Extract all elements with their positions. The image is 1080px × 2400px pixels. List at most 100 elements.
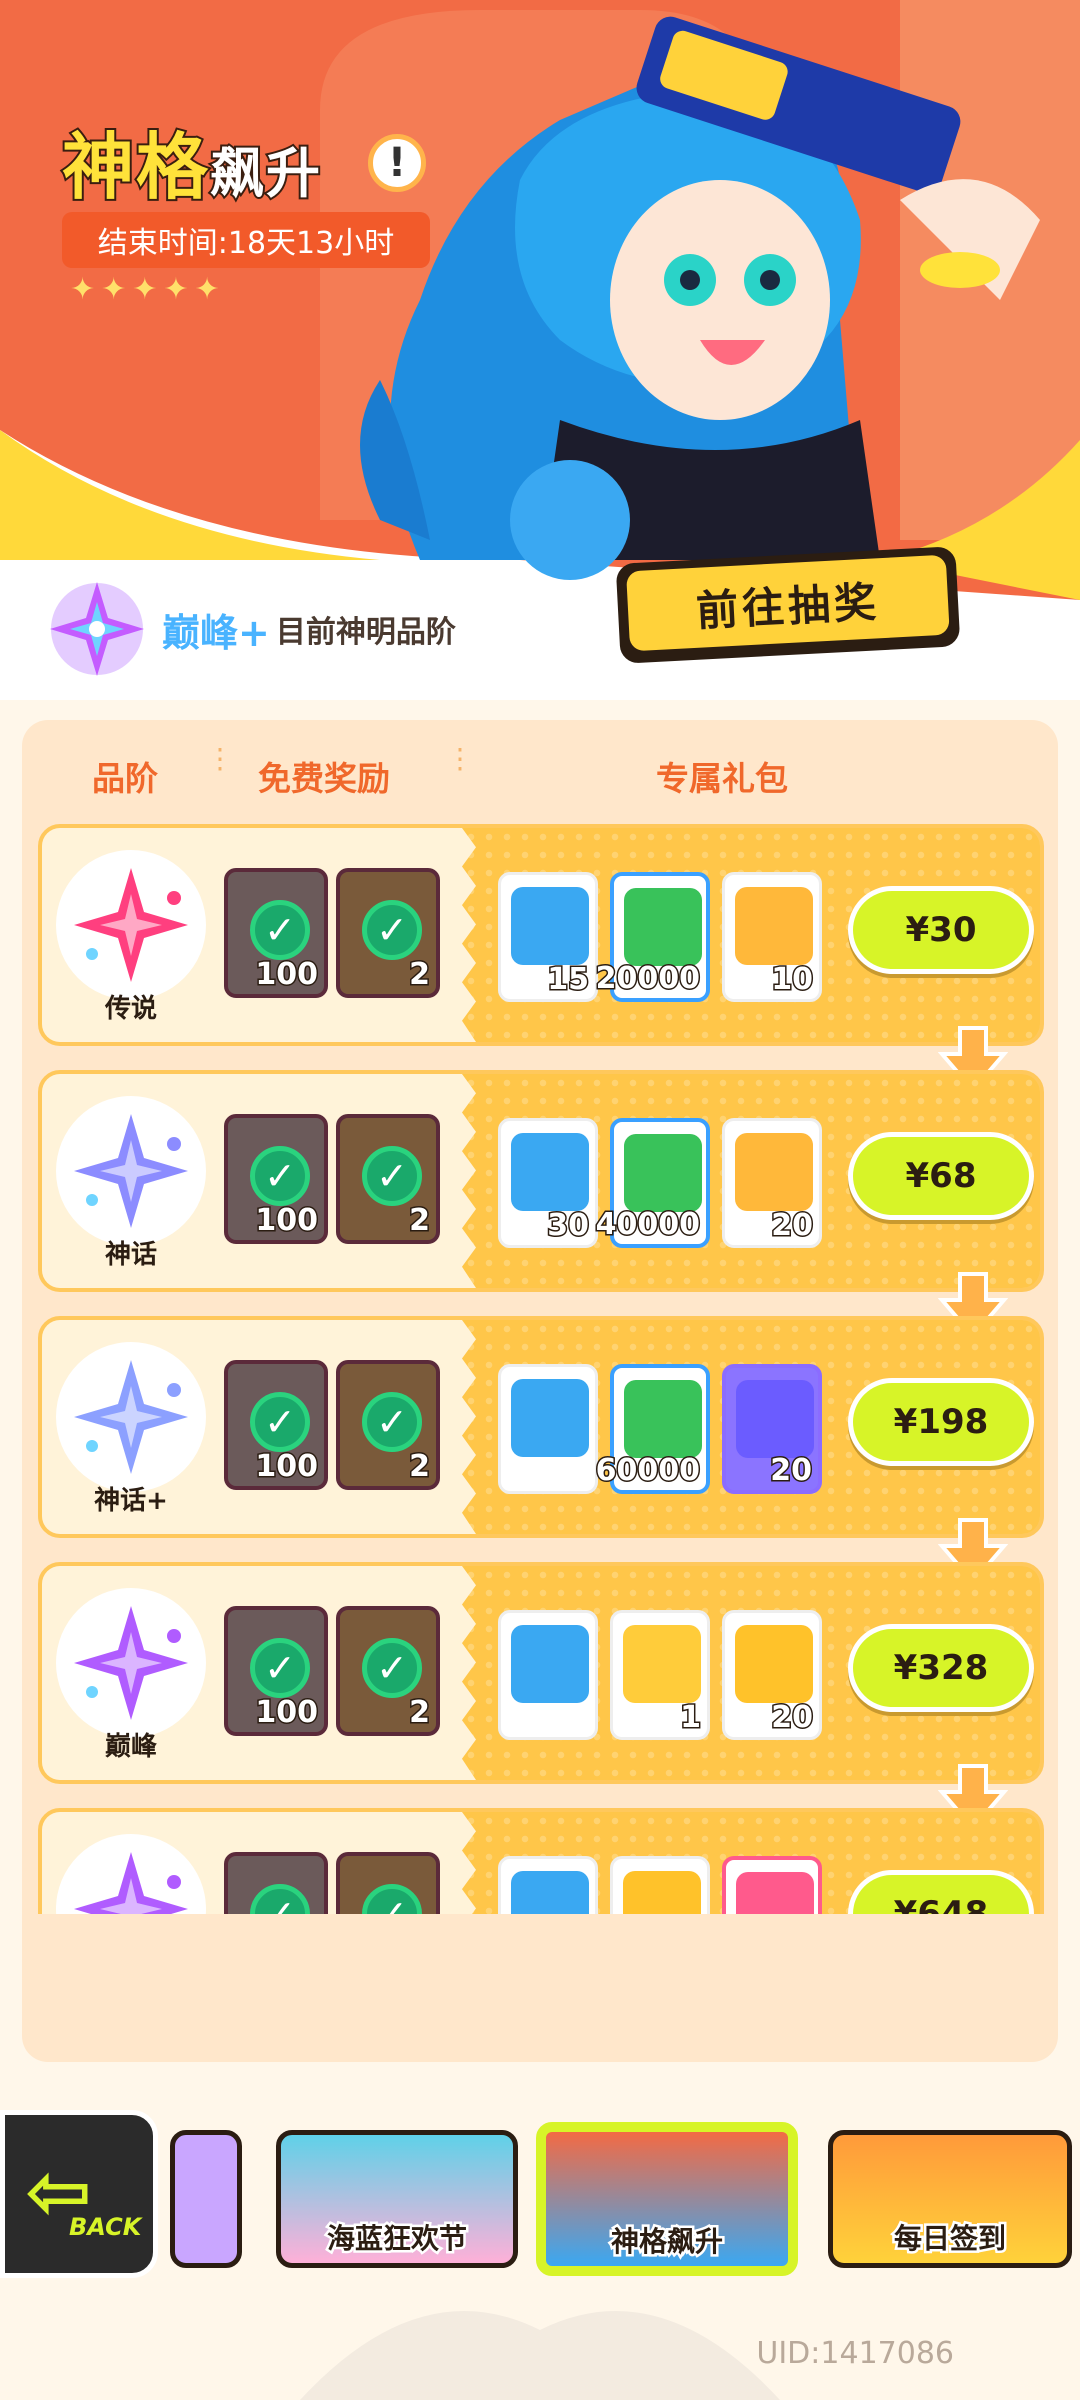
nav-tab-daily-checkin[interactable]: 每日签到 xyxy=(828,2130,1072,2268)
free-reward-item[interactable]: ✓ 2 xyxy=(336,1360,440,1490)
event-title-main: 神格 xyxy=(60,123,211,211)
claimed-check-icon: ✓ xyxy=(362,900,422,960)
nav-tab-label: 每日签到 xyxy=(891,2220,1008,2258)
tier-name: 巅峰 xyxy=(104,1732,157,1762)
ticket-icon xyxy=(511,1133,589,1211)
column-header-exclusive: 专属礼包 xyxy=(656,759,788,798)
jar-icon xyxy=(735,887,813,965)
back-button[interactable]: ⇦ BACK xyxy=(0,2110,158,2278)
tier-star-icon xyxy=(74,1606,188,1720)
column-header-free: 免费奖励 xyxy=(258,759,390,798)
gift-item[interactable]: 10 xyxy=(722,872,822,1002)
purchase-button[interactable]: ¥328 xyxy=(848,1624,1034,1712)
reward-quantity: 2 xyxy=(408,1202,432,1240)
gift-item[interactable] xyxy=(610,1856,710,1914)
go-draw-label: 前往抽奖 xyxy=(626,554,950,652)
claimed-check-icon: ✓ xyxy=(362,1638,422,1698)
tier-badge xyxy=(56,1342,206,1492)
gift-item[interactable] xyxy=(498,1856,598,1914)
gift-quantity: 1 xyxy=(679,1699,703,1737)
claimed-check-icon: ✓ xyxy=(250,900,310,960)
gift-item[interactable]: 30 xyxy=(498,1118,598,1248)
tier-star-icon xyxy=(74,868,188,982)
cash-icon xyxy=(624,888,702,966)
nav-tab-ocean-carnival[interactable]: 海蓝狂欢节 xyxy=(276,2130,518,2268)
exclamation-icon: ! xyxy=(387,140,407,186)
free-reward-item[interactable]: ✓ 100 xyxy=(224,1114,328,1244)
character-card-icon xyxy=(511,1625,589,1703)
reward-quantity: 100 xyxy=(254,1448,320,1486)
purchase-button[interactable]: ¥68 xyxy=(848,1132,1034,1220)
gift-quantity: 40000 xyxy=(594,1206,701,1244)
current-tier-label: 巅峰+ xyxy=(162,610,270,655)
gift-item[interactable]: 20000 xyxy=(594,872,710,1002)
purchase-button[interactable]: ¥648 xyxy=(848,1870,1034,1914)
free-reward-item[interactable]: ✓ xyxy=(224,1852,328,1914)
gift-item[interactable]: 20 xyxy=(722,1118,822,1248)
zigzag-divider xyxy=(444,1074,476,1288)
tier-name: 神话 xyxy=(104,1240,157,1270)
free-reward-item[interactable]: ✓ xyxy=(336,1852,440,1914)
tier-list[interactable]: 传说 ✓ 100 ✓ 2 15 20000 10 ¥30 神话 ✓ 100 ✓ … xyxy=(38,824,1044,1914)
countdown-timer: 结束时间:18天13小时 xyxy=(62,212,430,268)
nav-tab-god-rank-rise[interactable]: 神格飙升 xyxy=(536,2122,798,2276)
tier-peak-plus-icon xyxy=(50,582,144,676)
tier-badge xyxy=(56,850,206,1000)
reward-quantity: 2 xyxy=(408,1694,432,1732)
column-header-tier: 品阶 xyxy=(92,759,158,798)
gift-quantity: 20 xyxy=(770,1699,815,1737)
gift-item[interactable]: 1 xyxy=(610,1610,710,1740)
gift-quantity: 30 xyxy=(546,1207,591,1245)
purchase-button[interactable]: ¥30 xyxy=(848,886,1034,974)
tier-row: 巅峰 ✓ 100 ✓ 2 1 20 ¥328 xyxy=(38,1562,1044,1784)
reward-quantity: 2 xyxy=(408,956,432,994)
column-divider: ⋮ xyxy=(446,742,474,775)
jar-icon xyxy=(735,1133,813,1211)
claimed-check-icon: ✓ xyxy=(362,1146,422,1206)
tier-star-icon xyxy=(74,1852,188,1914)
gift-item[interactable]: 15 xyxy=(498,872,598,1002)
gift-item[interactable]: 40000 xyxy=(594,1118,710,1248)
claimed-check-icon: ✓ xyxy=(250,1884,310,1914)
tier-row: 传说 ✓ 100 ✓ 2 15 20000 10 ¥30 xyxy=(38,824,1044,1046)
pink-card-icon xyxy=(736,1872,814,1914)
info-button[interactable]: ! xyxy=(368,134,426,192)
nav-tab-partial[interactable] xyxy=(170,2130,242,2268)
claimed-check-icon: ✓ xyxy=(250,1638,310,1698)
free-reward-item[interactable]: ✓ 100 xyxy=(224,868,328,998)
free-reward-item[interactable]: ✓ 2 xyxy=(336,1606,440,1736)
free-reward-item[interactable]: ✓ 100 xyxy=(224,1360,328,1490)
character-card-icon xyxy=(511,1379,589,1457)
tier-name: 神话+ xyxy=(94,1486,168,1516)
gift-item[interactable]: 20 xyxy=(722,1364,822,1494)
event-title-sub: 飙升 xyxy=(208,140,323,207)
gift-quantity: 20000 xyxy=(594,960,701,998)
free-reward-item[interactable]: ✓ 2 xyxy=(336,1114,440,1244)
free-reward-item[interactable]: ✓ 2 xyxy=(336,868,440,998)
reward-quantity: 2 xyxy=(408,1448,432,1486)
reward-quantity: 100 xyxy=(254,956,320,994)
gift-item[interactable] xyxy=(722,1856,822,1914)
reward-quantity: 100 xyxy=(254,1202,320,1240)
tier-badge xyxy=(56,1588,206,1738)
gift-item[interactable]: 20 xyxy=(722,1610,822,1740)
gift-item[interactable] xyxy=(498,1610,598,1740)
gift-quantity: 60000 xyxy=(594,1452,701,1490)
claimed-check-icon: ✓ xyxy=(250,1392,310,1452)
tier-name: 传说 xyxy=(104,994,157,1024)
zigzag-divider xyxy=(444,828,476,1042)
free-reward-item[interactable]: ✓ 100 xyxy=(224,1606,328,1736)
zigzag-divider xyxy=(444,1812,476,1914)
claimed-check-icon: ✓ xyxy=(362,1884,422,1914)
purchase-button[interactable]: ¥198 xyxy=(848,1378,1034,1466)
go-draw-button[interactable]: 前往抽奖 xyxy=(615,546,961,664)
gift-quantity: 20 xyxy=(770,1207,815,1245)
back-label: BACK xyxy=(69,2213,142,2241)
gift-item[interactable] xyxy=(498,1364,598,1494)
tier-badge xyxy=(56,1834,206,1914)
column-divider: ⋮ xyxy=(206,742,234,775)
gift-item[interactable]: 60000 xyxy=(594,1364,710,1494)
tier-row: 神话+ ✓ 100 ✓ 2 60000 20 ¥198 xyxy=(38,1316,1044,1538)
tier-star-icon xyxy=(74,1360,188,1474)
ticket-icon xyxy=(511,887,589,965)
